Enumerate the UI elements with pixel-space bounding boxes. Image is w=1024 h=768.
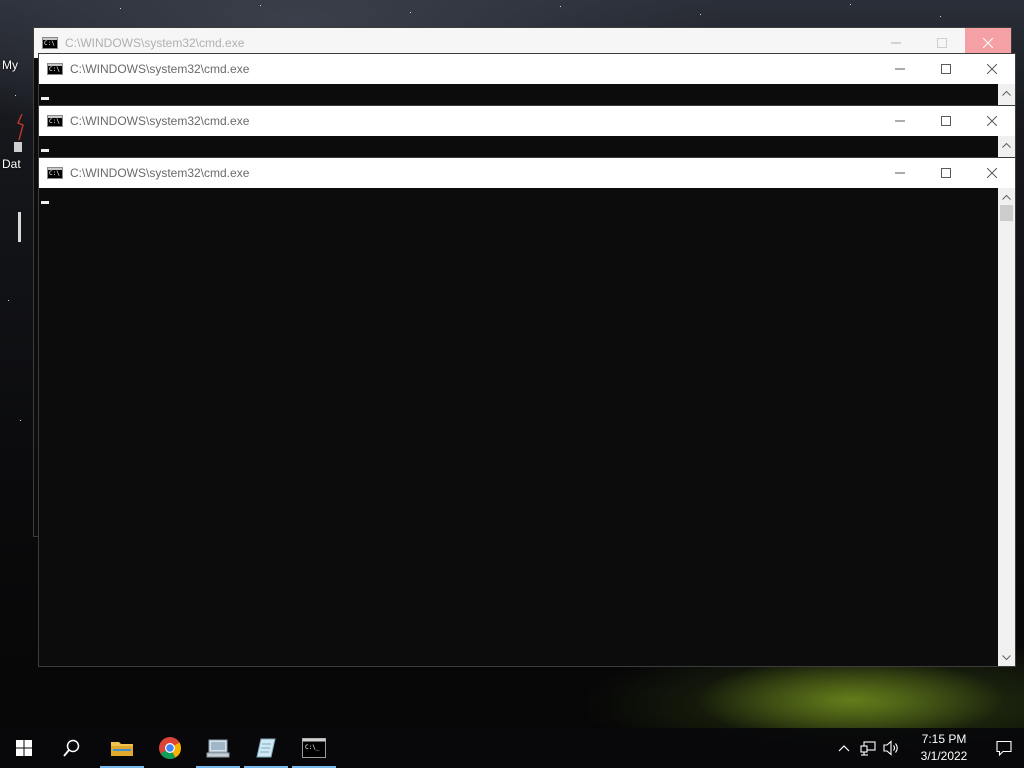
cmd-app-icon (47, 115, 63, 127)
minimize-icon (895, 172, 905, 174)
window-title: C:\WINDOWS\system32\cmd.exe (70, 166, 250, 180)
close-button[interactable] (969, 106, 1015, 136)
window-title: C:\WINDOWS\system32\cmd.exe (70, 62, 250, 76)
close-button[interactable] (969, 54, 1015, 84)
start-button[interactable] (0, 728, 48, 768)
window-titlebar[interactable]: C:\WINDOWS\system32\cmd.exe (39, 158, 1015, 188)
console-area[interactable] (39, 188, 997, 666)
close-icon (987, 64, 997, 74)
desktop-icon-label: Dat (2, 157, 21, 171)
minimize-icon (895, 68, 905, 70)
cmd-app-icon (42, 37, 58, 49)
cmd-window-2[interactable]: C:\WINDOWS\system32\cmd.exe (38, 53, 1016, 113)
maximize-icon (941, 116, 951, 126)
cmd-app-icon (47, 63, 63, 75)
window-titlebar[interactable]: C:\WINDOWS\system32\cmd.exe (39, 54, 1015, 84)
minimize-button[interactable] (877, 54, 923, 84)
cmd-taskbar-button[interactable]: C:\_ (290, 728, 338, 768)
window-title: C:\WINDOWS\system32\cmd.exe (65, 36, 245, 50)
action-center-button[interactable] (984, 728, 1024, 768)
cmd-window-3[interactable]: C:\WINDOWS\system32\cmd.exe (38, 105, 1016, 165)
chevron-down-icon (1002, 654, 1011, 660)
volume-icon (883, 740, 898, 756)
notepad-app-icon (256, 738, 276, 758)
file-icon (14, 142, 22, 152)
maximize-button[interactable] (923, 158, 969, 188)
maximize-button[interactable] (923, 106, 969, 136)
notification-icon (996, 740, 1012, 756)
svg-text:C:\_: C:\_ (305, 744, 320, 751)
system-tray: 7:15 PM 3/1/2022 (832, 728, 1024, 768)
search-icon (63, 739, 80, 757)
chevron-up-icon (1002, 142, 1011, 148)
close-icon (987, 168, 997, 178)
text-cursor (41, 97, 49, 100)
folder-icon (111, 742, 133, 756)
clock-time: 7:15 PM (921, 732, 967, 746)
maximize-button[interactable] (923, 54, 969, 84)
vertical-scrollbar[interactable] (998, 188, 1015, 666)
chevron-up-icon (1002, 194, 1011, 200)
close-button[interactable] (969, 158, 1015, 188)
app-4-button[interactable] (242, 728, 290, 768)
show-hidden-icons-button[interactable] (832, 728, 856, 768)
terminal-icon: C:\_ (302, 738, 326, 758)
minimize-button[interactable] (877, 158, 923, 188)
window-title: C:\WINDOWS\system32\cmd.exe (70, 114, 250, 128)
chrome-button[interactable] (146, 728, 194, 768)
chrome-icon (159, 737, 181, 759)
desktop-icon-label: My (2, 58, 18, 72)
network-button[interactable] (856, 728, 880, 768)
taskbar: C:\_ 7:15 PM 3/1/2022 (0, 728, 1024, 768)
close-icon (987, 116, 997, 126)
volume-button[interactable] (880, 728, 904, 768)
chevron-up-icon (1002, 90, 1011, 96)
app-shortcut-icon[interactable] (16, 114, 26, 140)
computer-app-icon (206, 739, 230, 758)
text-cursor (41, 201, 49, 204)
scroll-up-button[interactable] (998, 188, 1015, 205)
minimize-icon (891, 42, 901, 44)
search-button[interactable] (48, 728, 96, 768)
minimize-button[interactable] (877, 106, 923, 136)
file-explorer-button[interactable] (98, 728, 146, 768)
desktop-shortcut-icon[interactable] (18, 212, 21, 242)
chevron-up-icon (838, 745, 850, 752)
taskbar-clock[interactable]: 7:15 PM 3/1/2022 (904, 731, 984, 765)
scroll-up-button[interactable] (998, 84, 1015, 101)
scrollbar-thumb[interactable] (1000, 205, 1013, 221)
text-cursor (41, 149, 49, 152)
cmd-window-active[interactable]: C:\WINDOWS\system32\cmd.exe (38, 157, 1016, 667)
windows-logo-icon (16, 740, 32, 756)
scroll-up-button[interactable] (998, 136, 1015, 153)
maximize-icon (941, 64, 951, 74)
maximize-icon (941, 168, 951, 178)
network-icon (860, 741, 876, 756)
minimize-icon (895, 120, 905, 122)
cmd-app-icon (47, 167, 63, 179)
maximize-icon (937, 38, 947, 48)
clock-date: 3/1/2022 (920, 749, 968, 763)
app-3-button[interactable] (194, 728, 242, 768)
close-icon (983, 38, 993, 48)
scroll-down-button[interactable] (998, 649, 1015, 666)
window-titlebar[interactable]: C:\WINDOWS\system32\cmd.exe (39, 106, 1015, 136)
